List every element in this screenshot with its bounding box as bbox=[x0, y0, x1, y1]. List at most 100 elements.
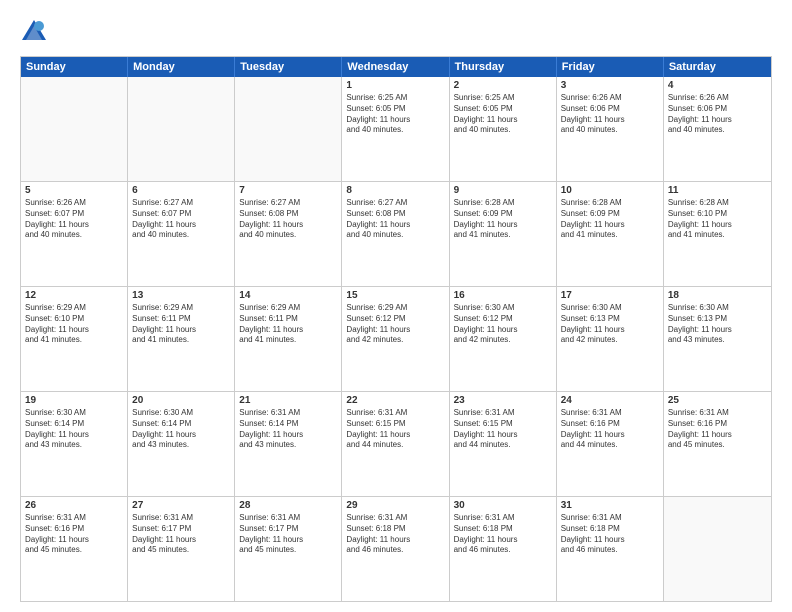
day-info: Sunrise: 6:31 AMSunset: 6:15 PMDaylight:… bbox=[346, 408, 444, 451]
day-number: 13 bbox=[132, 290, 230, 301]
calendar-day-cell bbox=[128, 77, 235, 181]
calendar-header-cell: Wednesday bbox=[342, 57, 449, 77]
calendar-header-cell: Friday bbox=[557, 57, 664, 77]
calendar-day-cell: 9 Sunrise: 6:28 AMSunset: 6:09 PMDaylight… bbox=[450, 182, 557, 286]
calendar-day-cell: 4 Sunrise: 6:26 AMSunset: 6:06 PMDaylight… bbox=[664, 77, 771, 181]
calendar-header-cell: Monday bbox=[128, 57, 235, 77]
day-info: Sunrise: 6:25 AMSunset: 6:05 PMDaylight:… bbox=[346, 93, 444, 136]
calendar-day-cell: 8Sunrise: 6:27 AMSunset: 6:08 PMDaylight… bbox=[342, 182, 449, 286]
calendar-day-cell: 12Sunrise: 6:29 AMSunset: 6:10 PMDayligh… bbox=[21, 287, 128, 391]
calendar-day-cell: 25Sunrise: 6:31 AMSunset: 6:16 PMDayligh… bbox=[664, 392, 771, 496]
day-info: Sunrise: 6:27 AMSunset: 6:08 PMDaylight:… bbox=[346, 198, 444, 241]
day-number: 1 bbox=[346, 80, 444, 91]
day-info: Sunrise: 6:31 AMSunset: 6:16 PMDaylight:… bbox=[561, 408, 659, 451]
day-info: Sunrise: 6:31 AMSunset: 6:18 PMDaylight:… bbox=[561, 513, 659, 556]
day-number: 3 bbox=[561, 80, 659, 91]
day-number: 26 bbox=[25, 500, 123, 511]
page: SundayMondayTuesdayWednesdayThursdayFrid… bbox=[0, 0, 792, 612]
calendar-body: 1 Sunrise: 6:25 AMSunset: 6:05 PMDaylight… bbox=[21, 77, 771, 601]
day-number: 11 bbox=[668, 185, 767, 196]
day-info: Sunrise: 6:31 AMSunset: 6:14 PMDaylight:… bbox=[239, 408, 337, 451]
day-info: Sunrise: 6:29 AMSunset: 6:11 PMDaylight:… bbox=[239, 303, 337, 346]
calendar-day-cell: 24Sunrise: 6:31 AMSunset: 6:16 PMDayligh… bbox=[557, 392, 664, 496]
calendar-day-cell: 23Sunrise: 6:31 AMSunset: 6:15 PMDayligh… bbox=[450, 392, 557, 496]
day-number: 23 bbox=[454, 395, 552, 406]
calendar-day-cell: 10Sunrise: 6:28 AMSunset: 6:09 PMDayligh… bbox=[557, 182, 664, 286]
day-number: 25 bbox=[668, 395, 767, 406]
day-info: Sunrise: 6:27 AMSunset: 6:08 PMDaylight:… bbox=[239, 198, 337, 241]
calendar-day-cell: 6Sunrise: 6:27 AMSunset: 6:07 PMDaylight… bbox=[128, 182, 235, 286]
day-number: 7 bbox=[239, 185, 337, 196]
day-info: Sunrise: 6:30 AMSunset: 6:13 PMDaylight:… bbox=[668, 303, 767, 346]
day-info: Sunrise: 6:26 AMSunset: 6:07 PMDaylight:… bbox=[25, 198, 123, 241]
day-info: Sunrise: 6:31 AMSunset: 6:18 PMDaylight:… bbox=[346, 513, 444, 556]
calendar-day-cell bbox=[21, 77, 128, 181]
calendar-day-cell: 13 Sunrise: 6:29 AMSunset: 6:11 PMDayligh… bbox=[128, 287, 235, 391]
calendar-day-cell: 27 Sunrise: 6:31 AMSunset: 6:17 PMDayligh… bbox=[128, 497, 235, 601]
calendar-header-cell: Saturday bbox=[664, 57, 771, 77]
day-info: Sunrise: 6:27 AMSunset: 6:07 PMDaylight:… bbox=[132, 198, 230, 241]
calendar-day-cell: 28Sunrise: 6:31 AMSunset: 6:17 PMDayligh… bbox=[235, 497, 342, 601]
day-number: 21 bbox=[239, 395, 337, 406]
day-info: Sunrise: 6:30 AMSunset: 6:12 PMDaylight:… bbox=[454, 303, 552, 346]
calendar-week-row: 26 Sunrise: 6:31 AMSunset: 6:16 PMDayligh… bbox=[21, 497, 771, 601]
calendar-day-cell: 3 Sunrise: 6:26 AMSunset: 6:06 PMDaylight… bbox=[557, 77, 664, 181]
calendar-week-row: 12Sunrise: 6:29 AMSunset: 6:10 PMDayligh… bbox=[21, 287, 771, 392]
calendar-day-cell: 21 Sunrise: 6:31 AMSunset: 6:14 PMDayligh… bbox=[235, 392, 342, 496]
calendar-week-row: 5 Sunrise: 6:26 AMSunset: 6:07 PMDaylight… bbox=[21, 182, 771, 287]
day-info: Sunrise: 6:26 AMSunset: 6:06 PMDaylight:… bbox=[668, 93, 767, 136]
day-info: Sunrise: 6:29 AMSunset: 6:12 PMDaylight:… bbox=[346, 303, 444, 346]
day-number: 17 bbox=[561, 290, 659, 301]
calendar-header-cell: Thursday bbox=[450, 57, 557, 77]
calendar-week-row: 19 Sunrise: 6:30 AMSunset: 6:14 PMDayligh… bbox=[21, 392, 771, 497]
day-info: Sunrise: 6:28 AMSunset: 6:09 PMDaylight:… bbox=[454, 198, 552, 241]
day-info: Sunrise: 6:31 AMSunset: 6:16 PMDaylight:… bbox=[25, 513, 123, 556]
calendar-day-cell: 20 Sunrise: 6:30 AMSunset: 6:14 PMDayligh… bbox=[128, 392, 235, 496]
day-number: 29 bbox=[346, 500, 444, 511]
calendar-day-cell: 29 Sunrise: 6:31 AMSunset: 6:18 PMDayligh… bbox=[342, 497, 449, 601]
day-number: 5 bbox=[25, 185, 123, 196]
day-info: Sunrise: 6:31 AMSunset: 6:17 PMDaylight:… bbox=[239, 513, 337, 556]
calendar-header-cell: Sunday bbox=[21, 57, 128, 77]
calendar-day-cell: 19 Sunrise: 6:30 AMSunset: 6:14 PMDayligh… bbox=[21, 392, 128, 496]
day-number: 14 bbox=[239, 290, 337, 301]
day-info: Sunrise: 6:26 AMSunset: 6:06 PMDaylight:… bbox=[561, 93, 659, 136]
logo bbox=[20, 18, 52, 46]
day-number: 30 bbox=[454, 500, 552, 511]
day-info: Sunrise: 6:28 AMSunset: 6:09 PMDaylight:… bbox=[561, 198, 659, 241]
calendar-day-cell: 1 Sunrise: 6:25 AMSunset: 6:05 PMDaylight… bbox=[342, 77, 449, 181]
calendar-week-row: 1 Sunrise: 6:25 AMSunset: 6:05 PMDaylight… bbox=[21, 77, 771, 182]
day-info: Sunrise: 6:29 AMSunset: 6:11 PMDaylight:… bbox=[132, 303, 230, 346]
day-number: 18 bbox=[668, 290, 767, 301]
calendar-day-cell: 18 Sunrise: 6:30 AMSunset: 6:13 PMDayligh… bbox=[664, 287, 771, 391]
calendar-day-cell: 11 Sunrise: 6:28 AMSunset: 6:10 PMDayligh… bbox=[664, 182, 771, 286]
day-number: 20 bbox=[132, 395, 230, 406]
calendar-day-cell: 16 Sunrise: 6:30 AMSunset: 6:12 PMDayligh… bbox=[450, 287, 557, 391]
day-number: 4 bbox=[668, 80, 767, 91]
calendar-day-cell: 26 Sunrise: 6:31 AMSunset: 6:16 PMDayligh… bbox=[21, 497, 128, 601]
calendar-day-cell: 5 Sunrise: 6:26 AMSunset: 6:07 PMDaylight… bbox=[21, 182, 128, 286]
calendar-day-cell: 7 Sunrise: 6:27 AMSunset: 6:08 PMDaylight… bbox=[235, 182, 342, 286]
calendar-day-cell: 2Sunrise: 6:25 AMSunset: 6:05 PMDaylight… bbox=[450, 77, 557, 181]
day-number: 27 bbox=[132, 500, 230, 511]
calendar-day-cell: 30 Sunrise: 6:31 AMSunset: 6:18 PMDayligh… bbox=[450, 497, 557, 601]
header bbox=[20, 18, 772, 46]
day-info: Sunrise: 6:31 AMSunset: 6:17 PMDaylight:… bbox=[132, 513, 230, 556]
day-number: 15 bbox=[346, 290, 444, 301]
calendar-day-cell: 14 Sunrise: 6:29 AMSunset: 6:11 PMDayligh… bbox=[235, 287, 342, 391]
day-info: Sunrise: 6:28 AMSunset: 6:10 PMDaylight:… bbox=[668, 198, 767, 241]
calendar-day-cell: 31Sunrise: 6:31 AMSunset: 6:18 PMDayligh… bbox=[557, 497, 664, 601]
day-number: 9 bbox=[454, 185, 552, 196]
day-number: 16 bbox=[454, 290, 552, 301]
day-info: Sunrise: 6:30 AMSunset: 6:14 PMDaylight:… bbox=[25, 408, 123, 451]
calendar-header-row: SundayMondayTuesdayWednesdayThursdayFrid… bbox=[21, 57, 771, 77]
calendar-day-cell bbox=[235, 77, 342, 181]
calendar-day-cell bbox=[664, 497, 771, 601]
calendar-header-cell: Tuesday bbox=[235, 57, 342, 77]
calendar-day-cell: 15 Sunrise: 6:29 AMSunset: 6:12 PMDayligh… bbox=[342, 287, 449, 391]
day-info: Sunrise: 6:30 AMSunset: 6:14 PMDaylight:… bbox=[132, 408, 230, 451]
calendar-day-cell: 22Sunrise: 6:31 AMSunset: 6:15 PMDayligh… bbox=[342, 392, 449, 496]
day-number: 19 bbox=[25, 395, 123, 406]
day-info: Sunrise: 6:31 AMSunset: 6:18 PMDaylight:… bbox=[454, 513, 552, 556]
calendar: SundayMondayTuesdayWednesdayThursdayFrid… bbox=[20, 56, 772, 602]
